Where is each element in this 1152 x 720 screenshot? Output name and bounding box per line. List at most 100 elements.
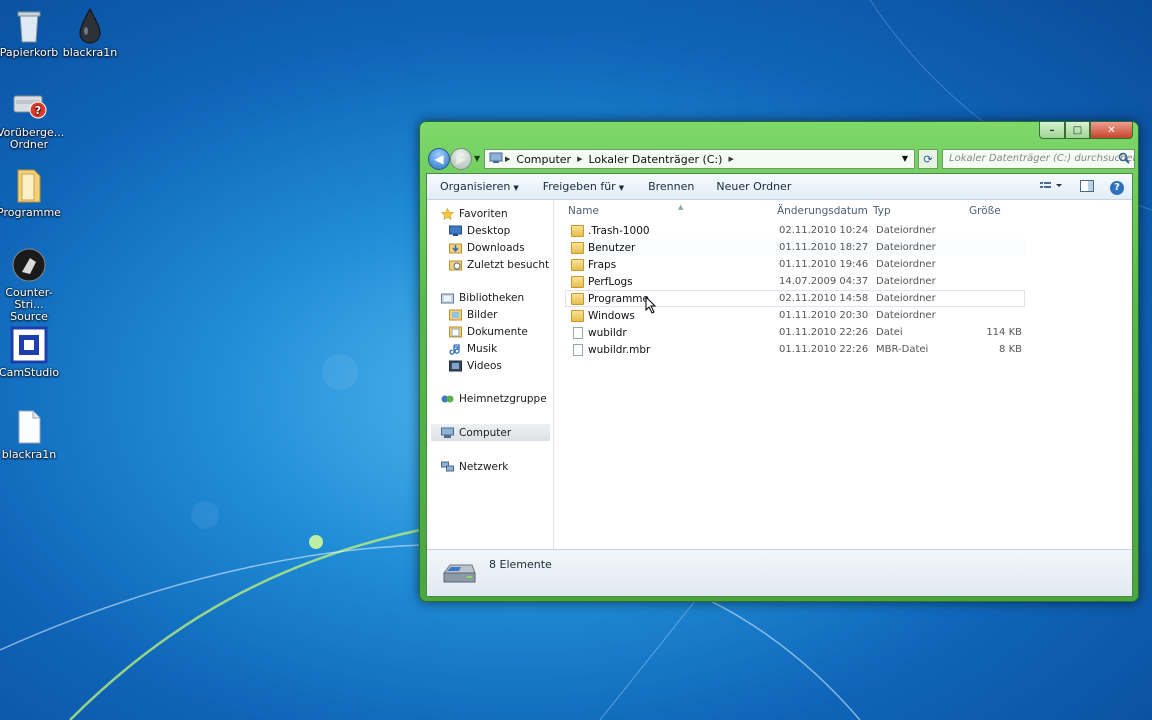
file-icon (573, 327, 583, 339)
desktop-icon-temp-folder[interactable]: ? Vorüberge... Ordner (0, 86, 64, 151)
refresh-button[interactable]: ⟳ (918, 149, 938, 169)
search-placeholder: Lokaler Datenträger (C:) durchsuchen (949, 153, 1135, 164)
desktop-icon-recycle-bin[interactable]: Papierkorb (0, 6, 61, 59)
breadcrumb-drive-c[interactable]: Lokaler Datenträger (C:) (584, 153, 726, 166)
nav-homegroup[interactable]: Heimnetzgruppe (441, 390, 547, 407)
file-row[interactable]: .Trash-1000 02.11.2010 10:24 Dateiordner (565, 222, 1025, 239)
nav-computer[interactable]: Computer (431, 424, 550, 441)
sort-ascending-icon: ▲ (678, 203, 684, 211)
homegroup-icon (441, 395, 454, 402)
breadcrumb-separator[interactable]: ▶ (575, 155, 584, 163)
nav-item-desktop[interactable]: Desktop (449, 222, 510, 239)
desktop-icon-counter-strike[interactable]: Counter-Stri... Source (0, 246, 61, 323)
desktop-icon-label: Programme (0, 206, 61, 219)
computer-icon (485, 152, 503, 167)
folder-icon (571, 310, 584, 322)
view-options-button[interactable] (1040, 180, 1064, 195)
address-history-dropdown[interactable]: ▼ (902, 154, 908, 163)
file-row[interactable]: Fraps 01.11.2010 19:46 Dateiordner (565, 256, 1025, 273)
desktop-icon-label: blackra1n (62, 46, 118, 59)
nav-network[interactable]: Netzwerk (441, 458, 508, 475)
nav-item-label: Bilder (467, 308, 498, 321)
window-content: Organisieren ▼ Freigeben für ▼ Brennen Neu… (426, 173, 1133, 597)
network-icon (441, 461, 454, 471)
chevron-down-icon: ▼ (618, 184, 625, 192)
file-name: Benutzer (588, 242, 636, 254)
maximize-button[interactable]: □ (1065, 122, 1090, 139)
file-row[interactable]: wubildr 01.11.2010 22:26 Datei 114 KB (565, 324, 1025, 341)
minimize-button[interactable]: – (1039, 122, 1065, 139)
file-name: PerfLogs (588, 276, 633, 288)
file-icon (10, 408, 48, 446)
nav-item-downloads[interactable]: Downloads (449, 239, 525, 256)
nav-item-videos[interactable]: Videos (449, 357, 502, 374)
desktop-icon-blackra1n[interactable]: blackra1n (58, 6, 122, 59)
videos-icon (449, 360, 462, 371)
file-list: Name ▲ Änderungsdatum Typ Größe .Trash-1… (555, 200, 1132, 549)
item-count: 8 Elemente (489, 558, 552, 571)
column-header-size[interactable]: Größe (969, 205, 1001, 217)
file-type: Dateiordner (876, 310, 936, 321)
recent-places-icon (449, 260, 462, 270)
nav-item-recent[interactable]: Zuletzt besucht (449, 256, 549, 273)
organize-menu[interactable]: Organisieren ▼ (427, 180, 529, 193)
desktop-icon-camstudio[interactable]: CamStudio (0, 326, 61, 379)
navigation-pane: Favoriten Desktop Downloads Zuletzt besu… (427, 200, 554, 549)
command-bar: Organisieren ▼ Freigeben für ▼ Brennen Neu… (427, 174, 1132, 200)
folder-icon (571, 259, 584, 271)
file-date: 01.11.2010 20:30 (779, 310, 869, 321)
file-type: Datei (876, 327, 903, 338)
preview-pane-icon (1080, 180, 1094, 192)
back-button[interactable]: ◀ (428, 148, 450, 170)
close-button[interactable]: ✕ (1090, 122, 1133, 139)
svg-text:?: ? (35, 104, 41, 117)
file-date: 01.11.2010 19:46 (779, 259, 869, 270)
burn-button[interactable]: Brennen (634, 180, 704, 193)
breadcrumb-separator[interactable]: ▶ (726, 155, 735, 163)
mouse-cursor-icon (645, 296, 657, 314)
file-name: Fraps (588, 259, 617, 271)
downloads-folder-icon (449, 243, 462, 253)
nav-favorites[interactable]: Favoriten (441, 205, 508, 222)
nav-libraries[interactable]: Bibliotheken (441, 289, 524, 306)
file-row[interactable]: Windows 01.11.2010 20:30 Dateiordner (565, 307, 1025, 324)
desktop-icon-label: Papierkorb (0, 46, 59, 59)
new-folder-button[interactable]: Neuer Ordner (704, 180, 801, 193)
file-row[interactable]: Benutzer 01.11.2010 18:27 Dateiordner (565, 239, 1025, 256)
file-name: Programme (588, 293, 649, 305)
nav-computer-label: Computer (459, 426, 512, 439)
file-row[interactable]: wubildr.mbr 01.11.2010 22:26 MBR-Datei 8… (565, 341, 1025, 358)
nav-item-pictures[interactable]: Bilder (449, 306, 497, 323)
file-date: 14.07.2009 04:37 (779, 276, 869, 287)
desktop-icon-programme[interactable]: Programme (0, 166, 61, 219)
breadcrumb-separator[interactable]: ▶ (503, 155, 512, 163)
file-row[interactable]: Programme 02.11.2010 14:58 Dateiordner (565, 290, 1025, 307)
pictures-icon (449, 309, 462, 320)
file-date: 01.11.2010 18:27 (779, 242, 869, 253)
view-list-icon (1040, 182, 1062, 188)
file-type: Dateiordner (876, 242, 936, 253)
search-input[interactable]: Lokaler Datenträger (C:) durchsuchen (942, 149, 1135, 169)
documents-icon (449, 326, 462, 337)
file-name: wubildr.mbr (588, 344, 651, 356)
recent-pages-dropdown[interactable]: ▼ (474, 154, 480, 163)
desktop-icon-blackra1n-file[interactable]: blackra1n (0, 408, 61, 461)
file-type: MBR-Datei (876, 344, 929, 355)
nav-item-label: Zuletzt besucht (467, 258, 550, 271)
address-bar[interactable]: ▶ Computer ▶ Lokaler Datenträger (C:) ▶ … (484, 149, 915, 169)
nav-item-music[interactable]: Musik (449, 340, 497, 357)
forward-button[interactable]: ▶ (450, 148, 472, 170)
nav-item-documents[interactable]: Dokumente (449, 323, 528, 340)
drop-icon (71, 6, 109, 44)
help-icon[interactable]: ? (1110, 180, 1124, 195)
search-icon[interactable] (1118, 152, 1130, 164)
column-header-type[interactable]: Typ (873, 205, 891, 217)
column-header-name[interactable]: Name ▲ (568, 203, 683, 217)
file-row[interactable]: PerfLogs 14.07.2009 04:37 Dateiordner (565, 273, 1025, 290)
file-size: 8 KB (999, 344, 1022, 355)
breadcrumb-computer[interactable]: Computer (512, 153, 575, 166)
column-header-date[interactable]: Änderungsdatum (777, 205, 868, 217)
share-menu[interactable]: Freigeben für ▼ (529, 180, 634, 193)
nav-homegroup-label: Heimnetzgruppe (459, 392, 547, 405)
preview-pane-button[interactable] (1080, 180, 1094, 195)
